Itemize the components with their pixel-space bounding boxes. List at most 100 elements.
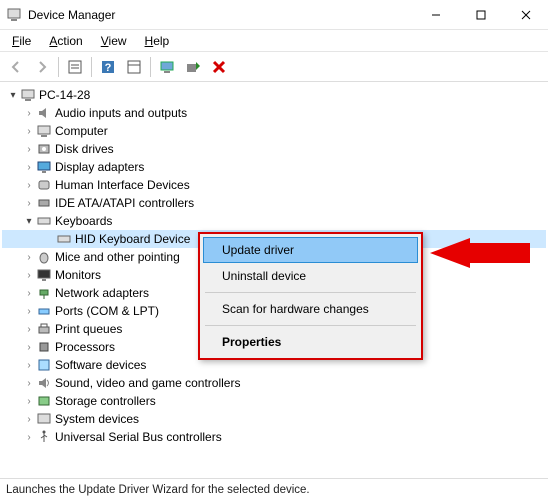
tree-item-label: HID Keyboard Device [75,232,190,246]
tree-item[interactable]: › Display adapters [2,158,546,176]
toolbar-detail-icon[interactable] [63,55,87,79]
chevron-down-icon[interactable]: ▾ [6,90,20,101]
tree-item-label: Computer [55,124,108,138]
menu-file[interactable]: File [4,32,39,50]
network-icon [36,285,52,301]
tree-item[interactable]: › Audio inputs and outputs [2,104,546,122]
ctx-properties[interactable]: Properties [203,329,418,355]
system-icon [36,411,52,427]
titlebar: Device Manager [0,0,548,30]
tree-item-label: Mice and other pointing [55,250,180,264]
app-icon [6,7,22,23]
computer-icon [20,87,36,103]
chevron-right-icon[interactable]: › [22,144,36,155]
menu-action[interactable]: Action [41,32,90,50]
tree-item-label: IDE ATA/ATAPI controllers [55,196,194,210]
toolbar-separator [150,57,151,77]
toolbar-help-icon[interactable]: ? [96,55,120,79]
sound-icon [36,375,52,391]
menu-view[interactable]: View [93,32,135,50]
tree-item[interactable]: › Storage controllers [2,392,546,410]
minimize-button[interactable] [413,0,458,30]
computer-icon [36,123,52,139]
toolbar-uninstall-icon[interactable] [207,55,231,79]
tree-item[interactable]: › Universal Serial Bus controllers [2,428,546,446]
display-icon [36,159,52,175]
tree-root-label: PC-14-28 [39,88,90,102]
tree-item[interactable]: › Computer [2,122,546,140]
statusbar: Launches the Update Driver Wizard for th… [0,478,548,500]
keyboard-icon [36,213,52,229]
ide-icon [36,195,52,211]
tree-item-label: System devices [55,412,139,426]
monitor-icon [36,267,52,283]
chevron-right-icon[interactable]: › [22,180,36,191]
keyboard-icon [56,231,72,247]
tree-item-label: Ports (COM & LPT) [55,304,159,318]
tree-item-label: Storage controllers [55,394,156,408]
tree-item-label: Keyboards [55,214,112,228]
toolbar-back-button[interactable] [4,55,28,79]
tree-item[interactable]: › IDE ATA/ATAPI controllers [2,194,546,212]
chevron-right-icon[interactable]: › [22,252,36,263]
chevron-right-icon[interactable]: › [22,324,36,335]
context-menu-separator [205,325,416,326]
software-icon [36,357,52,373]
statusbar-text: Launches the Update Driver Wizard for th… [6,484,310,496]
tree-item[interactable]: ▾ Keyboards [2,212,546,230]
printer-icon [36,321,52,337]
chevron-right-icon[interactable]: › [22,270,36,281]
chevron-right-icon[interactable]: › [22,414,36,425]
ctx-uninstall-device[interactable]: Uninstall device [203,263,418,289]
tree-item-label: Display adapters [55,160,144,174]
chevron-right-icon[interactable]: › [22,108,36,119]
chevron-right-icon[interactable]: › [22,378,36,389]
tree-item-label: Print queues [55,322,122,336]
tree-item-label: Monitors [55,268,101,282]
chevron-right-icon[interactable]: › [22,288,36,299]
tree-item-label: Processors [55,340,115,354]
port-icon [36,303,52,319]
ctx-scan-hardware[interactable]: Scan for hardware changes [203,296,418,322]
chevron-right-icon[interactable]: › [22,306,36,317]
tree-item-label: Network adapters [55,286,149,300]
toolbar-properties-icon[interactable] [122,55,146,79]
maximize-button[interactable] [458,0,503,30]
tree-item[interactable]: ›Human Interface Devices [2,176,546,194]
toolbar: ? [0,52,548,82]
context-menu: Update driver Uninstall device Scan for … [198,232,423,360]
tree-root[interactable]: ▾ PC-14-28 [2,86,546,104]
tree-item[interactable]: › Sound, video and game controllers [2,374,546,392]
storage-icon [36,393,52,409]
toolbar-scan-icon[interactable] [155,55,179,79]
speaker-icon [36,105,52,121]
disk-icon [36,141,52,157]
hid-icon [36,177,52,193]
chevron-right-icon[interactable]: › [22,432,36,443]
annotation-arrow-icon [430,238,530,268]
chevron-right-icon[interactable]: › [22,162,36,173]
chevron-right-icon[interactable]: › [22,396,36,407]
tree-item-label: Audio inputs and outputs [55,106,187,120]
chevron-down-icon[interactable]: ▾ [22,216,36,227]
close-button[interactable] [503,0,548,30]
toolbar-separator [91,57,92,77]
tree-item-label: Disk drives [55,142,114,156]
tree-item[interactable]: › Disk drives [2,140,546,158]
chevron-right-icon[interactable]: › [22,342,36,353]
tree-item-label: Universal Serial Bus controllers [55,430,222,444]
svg-text:?: ? [105,62,112,74]
toolbar-forward-button[interactable] [30,55,54,79]
tree-item-label: Sound, video and game controllers [55,376,240,390]
chevron-right-icon[interactable]: › [22,360,36,371]
menu-help[interactable]: Help [137,32,178,50]
tree-item-label: Software devices [55,358,146,372]
ctx-update-driver[interactable]: Update driver [203,237,418,263]
chevron-right-icon[interactable]: › [22,198,36,209]
tree-item[interactable]: › System devices [2,410,546,428]
menubar: File Action View Help [0,30,548,52]
context-menu-separator [205,292,416,293]
toolbar-update-icon[interactable] [181,55,205,79]
chevron-right-icon[interactable]: › [22,126,36,137]
cpu-icon [36,339,52,355]
